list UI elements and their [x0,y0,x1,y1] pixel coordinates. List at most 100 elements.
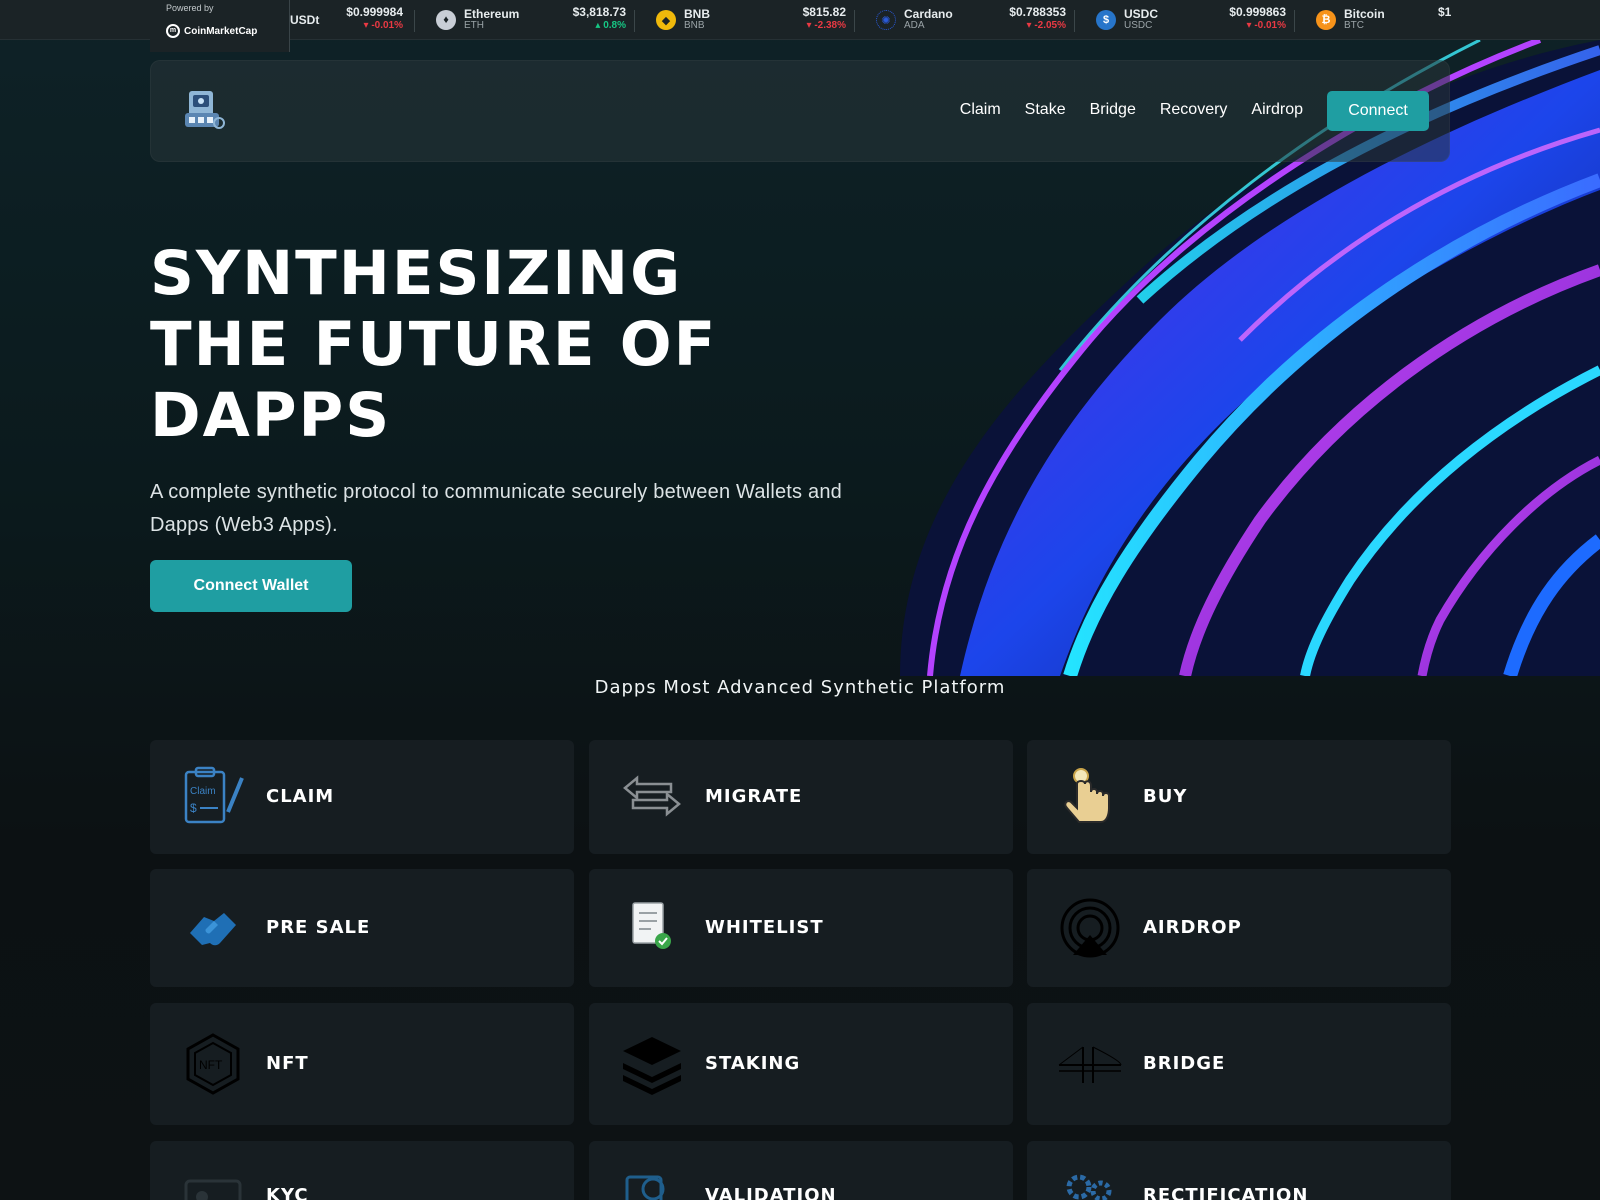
nav-link-stake[interactable]: Stake [1025,101,1066,119]
coinmarketcap-badge[interactable]: Powered by m CoinMarketCap [150,0,290,52]
coin-symbol: ETH [464,20,484,31]
coin-price: $1 [1438,5,1452,19]
coin-symbol: USDC [1124,20,1153,31]
feature-card-kyc[interactable]: KYC [150,1141,574,1200]
nav-links: Claim Stake Bridge Recovery Airdrop [960,101,1303,119]
ticker-row: USDt $0.999984 ▾ -0.01% ♦ Ethereum ETH $… [290,0,1451,39]
feature-card-nft[interactable]: NFT NFT [150,1003,574,1125]
card-label: BUY [1143,786,1188,807]
coin-price: $3,818.73 [572,5,626,19]
claim-clipboard-icon: Claim $ [184,766,244,824]
card-label: RECTIFICATION [1143,1185,1309,1200]
coin-name: Bitcoin [1344,7,1385,21]
feature-card-validation[interactable]: VALIDATION [589,1141,1013,1200]
feature-card-airdrop[interactable]: AIRDROP [1027,869,1451,987]
card-label: VALIDATION [705,1185,837,1200]
ticker-item-usdt[interactable]: USDt $0.999984 ▾ -0.01% [290,0,403,39]
coin-price: $815.82 [802,5,846,19]
coinmarketcap-logo-icon: m [166,24,180,38]
feature-card-staking[interactable]: STAKING [589,1003,1013,1125]
feature-card-bridge[interactable]: BRIDGE [1027,1003,1451,1125]
validation-chart-icon [625,1175,665,1200]
coin-symbol: BTC [1344,20,1364,31]
ticker-item-bnb[interactable]: ◆ BNB BNB $815.82 ▾ -2.38% [656,0,846,39]
nav-link-claim[interactable]: Claim [960,101,1001,119]
connect-wallet-button[interactable]: Connect Wallet [150,560,352,612]
coin-names: Cardano ADA [904,8,953,32]
top-navbar: Claim Stake Bridge Recovery Airdrop Conn… [150,60,1450,162]
document-check-icon [632,902,671,949]
svg-text:NFT: NFT [199,1058,223,1072]
feature-card-claim[interactable]: Claim $ CLAIM [150,740,574,854]
coinmarketcap-brand: m CoinMarketCap [166,24,257,38]
nav-link-bridge[interactable]: Bridge [1090,101,1136,119]
coin-price-block: $0.788353 ▾ -2.05% [986,6,1066,32]
svg-text:$: $ [190,801,197,815]
bnb-icon: ◆ [656,10,676,30]
brand-name: CoinMarketCap [184,25,258,37]
svg-text:Claim: Claim [190,786,216,797]
nft-hexagon-icon: NFT [186,1033,240,1095]
feature-card-whitelist[interactable]: WHITELIST [589,869,1013,987]
powered-by-label: Powered by [166,3,214,13]
hero-title-line: DAPPS [150,380,392,451]
migrate-arrows-icon [623,775,681,817]
card-label: STAKING [705,1053,801,1074]
coin-names: USDC USDC [1124,8,1158,32]
coin-price-block: $0.999863 ▾ -0.01% [1206,6,1286,32]
coin-change: ▾ -2.05% [1026,20,1067,31]
coin-price-block: $1 [1438,5,1452,19]
coin-change: ▾ -2.38% [806,20,847,31]
coin-change: ▴ 0.8% [595,20,626,31]
card-label: NFT [266,1053,309,1074]
bridge-icon [1058,1046,1122,1083]
coin-name: BNB [684,7,710,21]
ethereum-icon: ♦ [436,10,456,30]
layers-stack-icon [623,1037,681,1095]
card-label: KYC [266,1185,309,1200]
ticker-item-usdc[interactable]: $ USDC USDC $0.999863 ▾ -0.01% [1096,0,1286,39]
card-label: MIGRATE [705,786,803,807]
coin-names: BNB BNB [684,8,710,32]
ticker-item-bitcoin[interactable]: ₿ Bitcoin BTC $1 [1316,0,1451,39]
card-label: CLAIM [266,786,335,807]
coin-symbol: ADA [904,20,925,31]
coin-name: USDC [1124,7,1159,21]
nav-link-recovery[interactable]: Recovery [1160,101,1228,119]
cardano-icon: ✺ [876,10,896,30]
ticker-divider [1074,10,1075,32]
hero-title-line: SYNTHESIZING [150,238,683,309]
feature-card-migrate[interactable]: MIGRATE [589,740,1013,854]
coin-price-block: $0.999984 ▾ -0.01% [330,6,403,32]
connect-button[interactable]: Connect [1327,91,1429,131]
ticker-divider [634,10,635,32]
section-title: Dapps Most Advanced Synthetic Platform [594,677,1006,698]
card-label: WHITELIST [705,917,824,938]
coin-price-block: $815.82 ▾ -2.38% [766,6,846,32]
usdc-icon: $ [1096,10,1116,30]
card-label: BRIDGE [1143,1053,1226,1074]
ticker-item-cardano[interactable]: ✺ Cardano ADA $0.788353 ▾ -2.05% [876,0,1066,39]
feature-card-rectification[interactable]: RECTIFICATION [1027,1141,1451,1200]
coin-change: ▾ -0.01% [1246,20,1287,31]
feature-card-pre-sale[interactable]: PRE SALE [150,869,574,987]
ticker-divider [854,10,855,32]
tap-hand-icon [1064,768,1110,823]
coin-price: $0.999863 [1229,5,1286,19]
airdrop-signal-icon [1060,898,1120,958]
coin-price-block: $3,818.73 ▴ 0.8% [566,6,626,32]
ticker-divider [414,10,415,32]
ticker-item-ethereum[interactable]: ♦ Ethereum ETH $3,818.73 ▴ 0.8% [436,0,626,39]
nav-link-airdrop[interactable]: Airdrop [1251,101,1303,119]
coin-names: Ethereum ETH [464,8,519,32]
coin-names: Bitcoin BTC [1344,8,1385,32]
card-label: PRE SALE [266,917,371,938]
coin-symbol: BNB [684,20,705,31]
card-label: AIRDROP [1143,917,1242,938]
coin-price: $0.788353 [1009,5,1066,19]
handshake-icon [190,913,236,946]
site-logo-icon[interactable] [179,87,227,135]
ticker-divider [1294,10,1295,32]
feature-card-buy[interactable]: BUY [1027,740,1451,854]
hero-subtitle: A complete synthetic protocol to communi… [150,481,842,536]
